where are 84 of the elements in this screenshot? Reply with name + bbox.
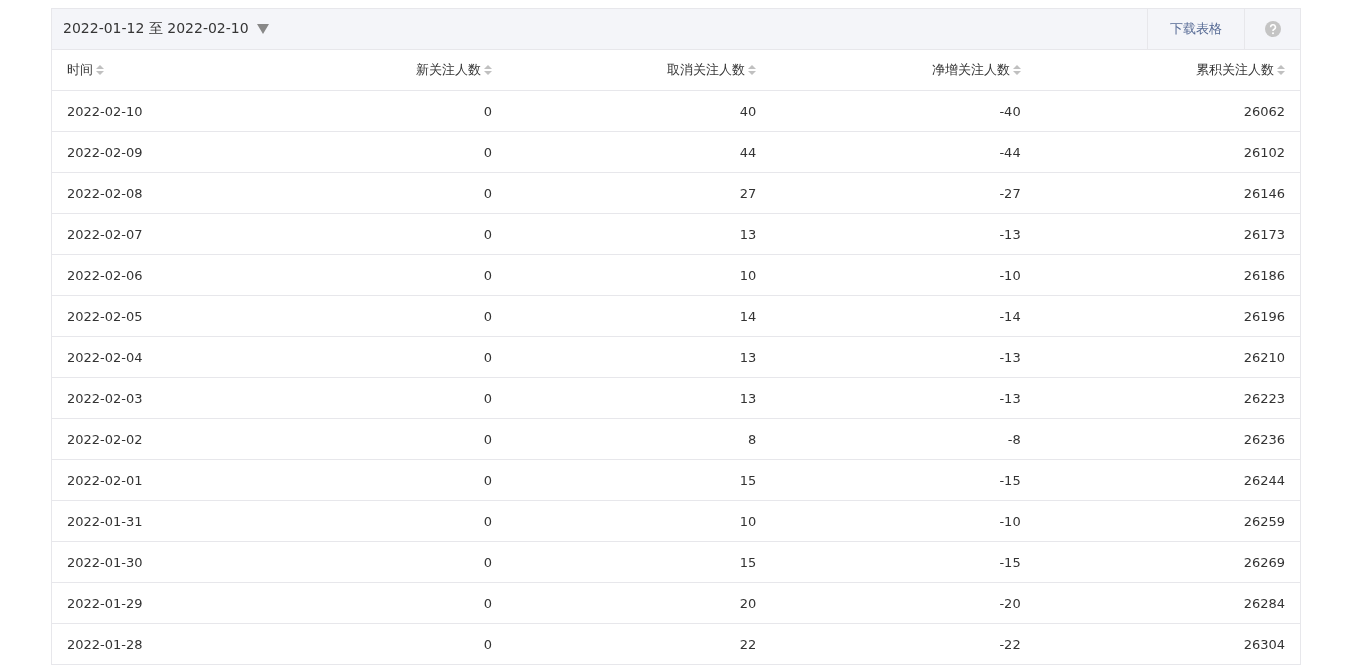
table-cell: 0 <box>483 267 492 283</box>
table-cell: 2022-02-05 <box>67 308 143 324</box>
table-cell: 2022-01-30 <box>67 554 143 570</box>
table-cell: 0 <box>483 144 492 160</box>
table-cell: 2022-02-02 <box>67 431 143 447</box>
table-cell: -15 <box>999 472 1021 488</box>
table-cell: 2022-02-06 <box>67 267 143 283</box>
table-cell: 2022-01-28 <box>67 636 143 652</box>
table-cell: -8 <box>1007 431 1021 447</box>
table-cell: 0 <box>483 390 492 406</box>
table-cell: 0 <box>483 595 492 611</box>
table-cell: -22 <box>999 636 1021 652</box>
sort-icon <box>748 65 757 75</box>
table-cell: 15 <box>739 554 757 570</box>
table-cell: -13 <box>999 349 1021 365</box>
table-cell: 13 <box>739 390 757 406</box>
table-cell: 0 <box>483 226 492 242</box>
table-cell: 27 <box>739 185 757 201</box>
table-cell: 26236 <box>1243 431 1285 447</box>
table-cell: 2022-02-08 <box>67 185 143 201</box>
table-cell: -20 <box>999 595 1021 611</box>
table-cell: 14 <box>739 308 757 324</box>
table-cell: -15 <box>999 554 1021 570</box>
table-cell: 26146 <box>1243 185 1285 201</box>
help-icon <box>1264 21 1281 37</box>
table-cell: 10 <box>739 513 757 529</box>
table-cell: -13 <box>999 390 1021 406</box>
table-cell: 26284 <box>1243 595 1285 611</box>
table-cell: 40 <box>739 103 757 119</box>
table-cell: 26269 <box>1243 554 1285 570</box>
table-cell: 26062 <box>1243 103 1285 119</box>
table-cell: 13 <box>739 349 757 365</box>
column-header[interactable]: 净增关注人数 <box>931 61 1021 79</box>
table-cell: 0 <box>483 185 492 201</box>
table-cell: 2022-01-31 <box>67 513 143 529</box>
table-cell: -27 <box>999 185 1021 201</box>
table-cell: -40 <box>999 103 1021 119</box>
table-cell: 8 <box>748 431 757 447</box>
table-cell: 0 <box>483 636 492 652</box>
table-cell: 0 <box>483 103 492 119</box>
table-cell: 26102 <box>1243 144 1285 160</box>
sort-icon <box>1012 65 1021 75</box>
table-cell: 26196 <box>1243 308 1285 324</box>
table-cell: 26244 <box>1243 472 1285 488</box>
sort-icon <box>484 65 492 75</box>
column-header[interactable]: 新关注人数 <box>416 61 492 79</box>
table-cell: 2022-02-01 <box>67 472 143 488</box>
table-cell: 0 <box>483 308 492 324</box>
table-cell: 26304 <box>1243 636 1285 652</box>
table-cell: 2022-02-07 <box>67 226 143 242</box>
date-range-dropdown[interactable]: 2022-01-12 至 2022-02-10 <box>52 9 269 49</box>
table-cell: 13 <box>739 226 757 242</box>
caret-icon <box>256 24 269 34</box>
table-cell: 26259 <box>1243 513 1285 529</box>
sort-icon <box>1277 65 1285 75</box>
table-cell: 10 <box>739 267 757 283</box>
table-cell: 15 <box>739 472 757 488</box>
column-header[interactable]: 时间 <box>67 61 104 79</box>
table-cell: 0 <box>483 431 492 447</box>
column-header[interactable]: 取消关注人数 <box>667 61 757 79</box>
table-cell: 26186 <box>1243 267 1285 283</box>
column-header[interactable]: 累积关注人数 <box>1196 61 1285 79</box>
table-cell: -44 <box>999 144 1021 160</box>
table-cell: 26223 <box>1243 390 1285 406</box>
download-table-button[interactable]: 下载表格 <box>1147 9 1244 49</box>
sort-icon <box>96 65 104 75</box>
table-cell: -13 <box>999 226 1021 242</box>
table-cell: -14 <box>999 308 1021 324</box>
table-cell: -10 <box>999 513 1021 529</box>
table-cell: -10 <box>999 267 1021 283</box>
table-cell: 0 <box>483 472 492 488</box>
table-cell: 0 <box>483 349 492 365</box>
table-cell: 2022-02-10 <box>67 103 143 119</box>
table-cell: 26173 <box>1243 226 1285 242</box>
table-cell: 0 <box>483 554 492 570</box>
table-cell: 22 <box>739 636 757 652</box>
table-cell: 2022-02-09 <box>67 144 143 160</box>
table-cell: 44 <box>739 144 757 160</box>
table-cell: 0 <box>483 513 492 529</box>
table-cell: 2022-02-04 <box>67 349 143 365</box>
table-cell: 2022-01-29 <box>67 595 143 611</box>
table-cell: 2022-02-03 <box>67 390 143 406</box>
table-cell: 20 <box>739 595 757 611</box>
table-cell: 26210 <box>1243 349 1285 365</box>
